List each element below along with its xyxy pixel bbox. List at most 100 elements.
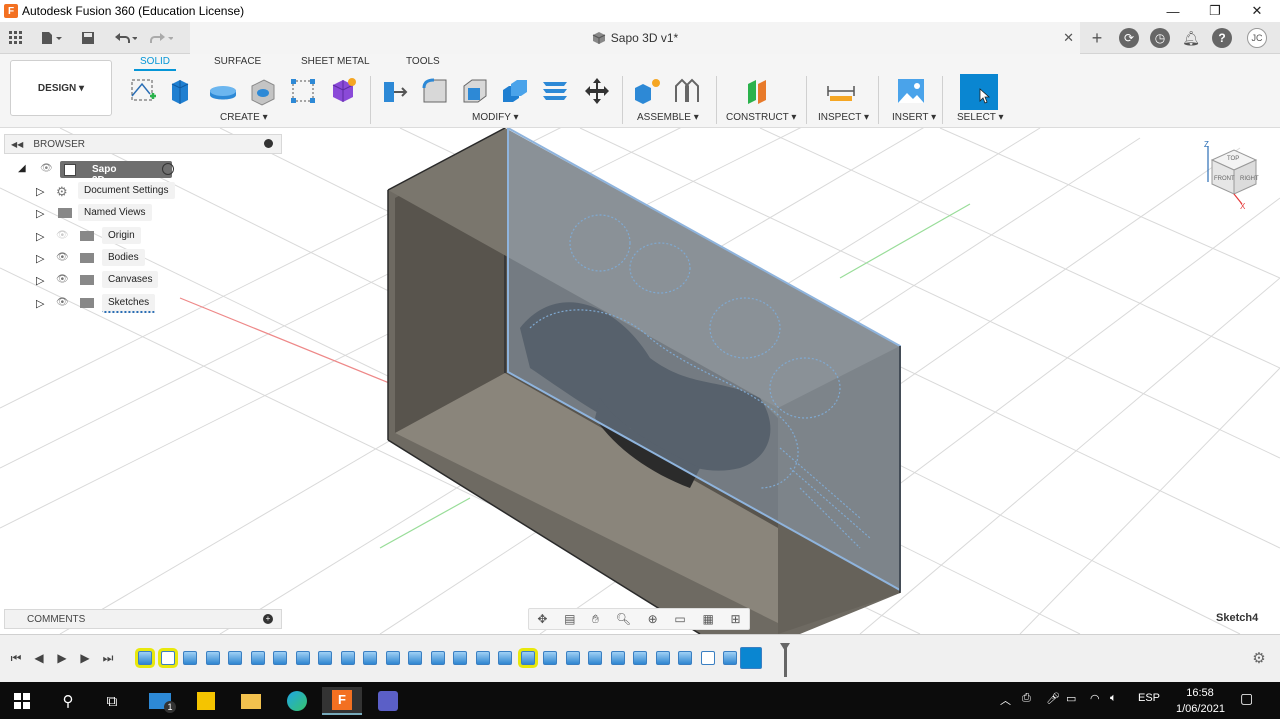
go-to-end-icon[interactable]: ⏭ [100, 649, 116, 667]
help-icon[interactable]: ? [1212, 28, 1232, 48]
viewcube[interactable]: TOP FRONT RIGHT Z X [1200, 140, 1270, 212]
volume-icon[interactable]: 🔈︎ [1110, 692, 1117, 705]
shell-tool-icon[interactable] [458, 74, 492, 108]
sticky-notes-icon[interactable] [186, 687, 226, 715]
select-tool-icon[interactable] [960, 74, 998, 110]
move-tool-icon[interactable] [580, 74, 614, 108]
user-avatar[interactable]: JC [1247, 28, 1267, 48]
file-explorer-icon[interactable] [231, 687, 271, 715]
search-icon[interactable]: ⚲ [48, 687, 88, 715]
create-group-label[interactable]: CREATE ▾ [220, 112, 268, 123]
save-icon[interactable] [78, 28, 98, 48]
timeline-feature-icon[interactable] [610, 651, 625, 665]
timeline-feature-icon[interactable] [385, 651, 400, 665]
hidden-eye-icon[interactable]: 👁︎ [56, 230, 69, 241]
browser-item-document-settings[interactable]: ▷ ⚙ Document Settings [36, 182, 186, 202]
notifications-bell-icon[interactable]: 🔔︎ [1181, 28, 1201, 48]
timeline-feature-icon[interactable] [520, 651, 535, 665]
look-at-icon[interactable]: ▤ [564, 612, 575, 626]
step-back-icon[interactable]: ◀ [31, 649, 47, 667]
combine-tool-icon[interactable] [498, 74, 532, 108]
notification-center-icon[interactable]: ▢ [1240, 690, 1253, 707]
browser-panel-header[interactable]: ◀◀ BROWSER [4, 134, 282, 154]
grid-settings-icon[interactable]: ▦ [702, 612, 713, 626]
extrude-tool-icon[interactable] [164, 74, 198, 108]
browser-item-sketches[interactable]: ▷ 👁︎ Sketches [36, 294, 186, 314]
press-pull-tool-icon[interactable] [378, 74, 412, 108]
browser-item-canvases[interactable]: ▷ 👁︎ Canvases [36, 271, 186, 291]
timeline-feature-icon[interactable] [363, 651, 377, 665]
joint-tool-icon[interactable] [670, 74, 704, 108]
data-panel-grid-icon[interactable] [6, 28, 26, 48]
visibility-eye-icon[interactable]: 👁︎ [56, 297, 69, 308]
browser-item-origin[interactable]: ▷ 👁︎ Origin [36, 227, 186, 247]
file-menu-icon[interactable] [36, 28, 66, 48]
measure-tool-icon[interactable] [824, 74, 858, 108]
offset-plane-tool-icon[interactable] [742, 74, 776, 108]
battery-icon[interactable]: ▭ [1066, 692, 1076, 705]
browser-item-bodies[interactable]: ▷ 👁︎ Bodies [36, 249, 186, 269]
pattern-tool-icon[interactable] [286, 74, 320, 108]
mail-app-icon[interactable]: 1 [140, 687, 180, 715]
timeline-feature-icon[interactable] [138, 651, 152, 665]
undo-icon[interactable] [110, 28, 140, 48]
tray-app-icon[interactable]: ⎙ [1022, 692, 1031, 705]
teams-app-icon[interactable] [368, 687, 408, 715]
windows-start-icon[interactable] [2, 687, 42, 715]
viewports-icon[interactable]: ⊞ [731, 612, 741, 626]
document-tab[interactable]: Sapo 3D v1* ✕ [190, 22, 1080, 54]
modify-group-label[interactable]: MODIFY ▾ [472, 112, 519, 123]
tab-surface[interactable]: SURFACE [214, 56, 261, 67]
scale-tool-icon[interactable] [538, 74, 572, 108]
activate-radio-icon[interactable] [162, 163, 174, 175]
timeline-feature-icon[interactable] [273, 651, 287, 665]
timeline-feature-icon[interactable] [633, 651, 647, 665]
collapse-panel-icon[interactable]: ◀◀ [11, 140, 23, 149]
timeline-feature-icon[interactable] [250, 651, 265, 665]
restore-button[interactable]: ❐ [1194, 0, 1236, 22]
create-sketch-tool-icon[interactable] [126, 74, 160, 108]
new-component-tool-icon[interactable] [630, 74, 664, 108]
expand-triangle-icon[interactable]: ◢ [18, 163, 26, 174]
extensions-icon[interactable]: ⟳ [1119, 28, 1139, 48]
tab-solid[interactable]: SOLID [133, 56, 177, 71]
fillet-tool-icon[interactable] [418, 74, 452, 108]
timeline-feature-icon[interactable] [588, 651, 602, 665]
expand-arrow-icon[interactable]: ▷ [36, 207, 44, 220]
timeline-feature-icon[interactable] [565, 651, 580, 665]
timeline-feature-icon[interactable] [318, 651, 332, 665]
show-hidden-icons-icon[interactable]: ︿ [1000, 692, 1011, 708]
pan-hand-icon[interactable]: ✋︎ [592, 612, 599, 627]
expand-arrow-icon[interactable]: ▷ [36, 297, 44, 310]
new-tab-icon[interactable]: + [1086, 28, 1108, 48]
hole-tool-icon[interactable] [246, 74, 280, 108]
timeline-settings-gear-icon[interactable]: ⚙ [1251, 649, 1267, 667]
tab-sheet-metal[interactable]: SHEET METAL [301, 56, 370, 67]
browser-item-named-views[interactable]: ▷ Named Views [36, 204, 186, 224]
wifi-icon[interactable]: ◠ [1090, 692, 1100, 705]
timeline-feature-icon[interactable] [160, 651, 175, 665]
assemble-group-label[interactable]: ASSEMBLE ▾ [637, 112, 699, 123]
visibility-eye-icon[interactable]: 👁︎ [56, 274, 69, 285]
insert-group-label[interactable]: INSERT ▾ [892, 112, 936, 123]
tab-tools[interactable]: TOOLS [406, 56, 440, 67]
timeline-feature-icon[interactable] [430, 651, 445, 665]
timeline-feature-icon[interactable] [678, 651, 692, 665]
timeline-feature-icon[interactable] [543, 651, 557, 665]
clock[interactable]: 16:58 1/06/2021 [1176, 685, 1225, 717]
comments-panel-header[interactable]: COMMENTS + [4, 609, 282, 629]
timeline-feature-icon[interactable] [453, 651, 467, 665]
construct-group-label[interactable]: CONSTRUCT ▾ [726, 112, 796, 123]
expand-arrow-icon[interactable]: ▷ [36, 230, 44, 243]
microphone-icon[interactable]: 🎤︎ [1046, 692, 1060, 705]
timeline-feature-icon[interactable] [205, 651, 220, 665]
task-view-icon[interactable]: ⧉ [92, 687, 132, 715]
job-status-icon[interactable]: ◷ [1150, 28, 1170, 48]
workspace-switcher[interactable]: DESIGN ▾ [10, 60, 112, 116]
redo-icon[interactable] [146, 28, 176, 48]
timeline-feature-icon[interactable] [723, 651, 737, 665]
step-forward-icon[interactable]: ▶ [77, 649, 93, 667]
timeline-feature-icon[interactable] [655, 651, 670, 665]
expand-arrow-icon[interactable]: ▷ [36, 185, 44, 198]
panel-options-icon[interactable] [264, 139, 273, 148]
